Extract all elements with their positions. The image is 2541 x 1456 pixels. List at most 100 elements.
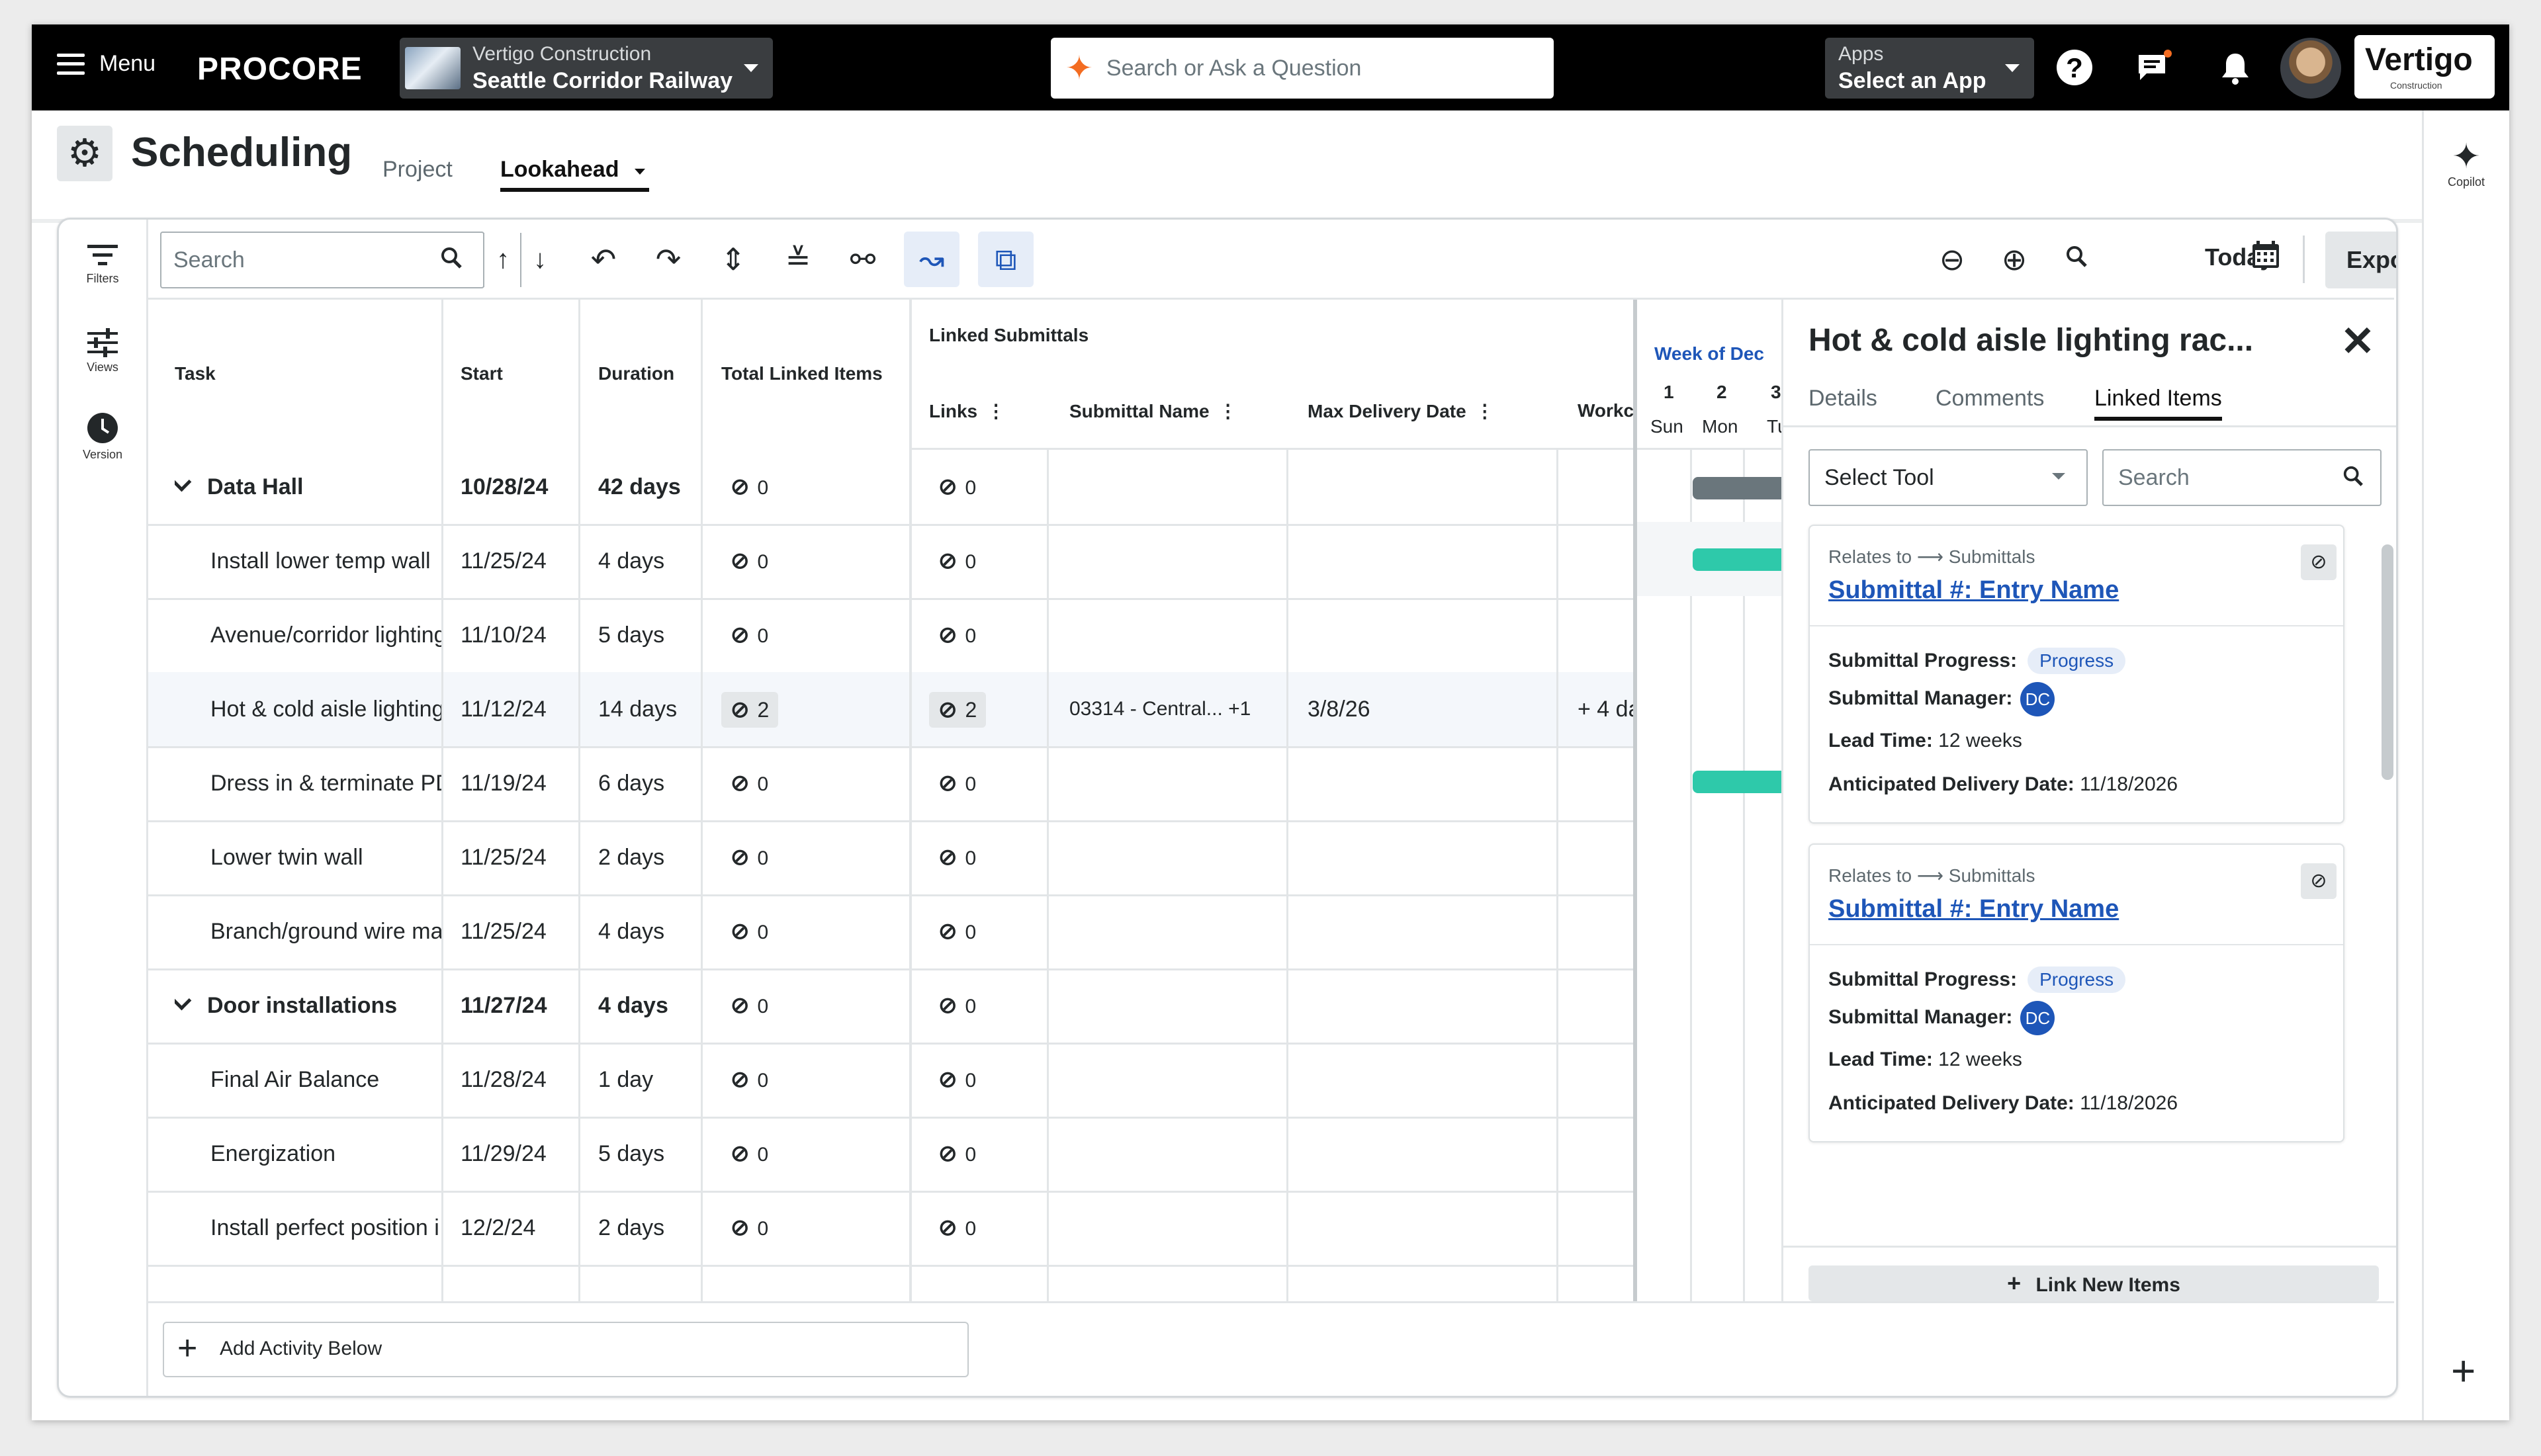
tab-lookahead[interactable]: Lookahead (500, 157, 650, 192)
submittal-name-cell[interactable] (1069, 1191, 1281, 1265)
total-linked-cell[interactable]: ⊘ 0 (731, 1117, 903, 1191)
column-header-max-delivery[interactable]: Max Delivery Date ⋮ (1308, 400, 1494, 422)
start-cell[interactable]: 11/25/24 (461, 894, 573, 968)
start-cell[interactable]: 12/2/24 (461, 1191, 573, 1265)
work-cell[interactable] (1578, 968, 1633, 1043)
zoom-in-button[interactable]: ⊕ (1986, 232, 2042, 287)
duration-cell[interactable]: 1 day (598, 1043, 697, 1117)
gantt-bar-data-hall[interactable] (1693, 477, 1785, 499)
work-cell[interactable] (1578, 598, 1633, 672)
links-cell[interactable]: ⊘ 0 (938, 968, 1038, 1043)
tab-linked-items[interactable]: Linked Items (2094, 386, 2222, 421)
undo-button[interactable]: ↶ (576, 232, 631, 287)
total-linked-cell[interactable]: ⊘ 0 (731, 894, 903, 968)
work-cell[interactable] (1578, 820, 1633, 894)
column-header-work[interactable]: Workc (1578, 400, 1633, 421)
links-cell[interactable]: ⊘ 0 (938, 450, 1038, 524)
work-cell[interactable] (1578, 1043, 1633, 1117)
table-row[interactable]: Branch/ground wire ma 11/25/24 4 days ⊘ 0 ⊘ 0 (148, 894, 1633, 970)
expand-all-button[interactable]: ⇕ (705, 232, 761, 287)
column-header-links[interactable]: Links ⋮ (929, 400, 1005, 422)
duration-cell[interactable]: 6 days (598, 746, 697, 820)
max-delivery-cell[interactable] (1308, 894, 1546, 968)
submittal-name-cell[interactable] (1069, 1043, 1281, 1117)
calendar-button[interactable] (2238, 232, 2294, 287)
start-cell[interactable]: 11/29/24 (461, 1117, 573, 1191)
task-cell[interactable]: Branch/ground wire ma (210, 894, 441, 968)
total-linked-cell[interactable]: ⊘ 0 (731, 524, 903, 598)
copilot-icon[interactable]: ✦ (2450, 137, 2483, 177)
column-header-submittal-name[interactable]: Submittal Name ⋮ (1069, 400, 1237, 422)
unlink-button[interactable]: ⊘ (2301, 544, 2337, 580)
start-cell[interactable]: 11/19/24 (461, 746, 573, 820)
linked-item-card[interactable]: Relates to ⟶ Submittals Submittal #: Entr… (1808, 843, 2344, 1142)
submittal-name-cell[interactable] (1069, 746, 1281, 820)
project-selector[interactable]: Vertigo Construction Seattle Corridor Ra… (400, 38, 773, 99)
table-row[interactable]: Install lower temp wall 11/25/24 4 days ⊘ 0 ⊘… (148, 524, 1633, 600)
duration-cell[interactable]: 5 days (598, 1117, 697, 1191)
avatar[interactable]: DC (2020, 1001, 2055, 1035)
submittal-link[interactable]: Submittal #: Entry Name (1828, 576, 2119, 605)
views-button[interactable]: Views (59, 328, 146, 374)
filters-button[interactable]: Filters (59, 242, 146, 286)
submittal-name-cell[interactable] (1069, 894, 1281, 968)
duration-cell[interactable]: 42 days (598, 450, 697, 524)
chevron-down-icon[interactable] (175, 472, 192, 492)
collapse-all-button[interactable]: ≚ (770, 232, 826, 287)
table-row[interactable]: Energization 11/29/24 5 days ⊘ 0 ⊘ 0 (148, 1117, 1633, 1193)
total-linked-cell[interactable]: ⊘ 0 (731, 598, 903, 672)
start-cell[interactable]: 10/28/24 (461, 450, 573, 524)
max-delivery-cell[interactable] (1308, 820, 1546, 894)
total-linked-cell[interactable]: ⊘ 0 (731, 968, 903, 1043)
global-search-input[interactable]: ✦ Search or Ask a Question (1051, 38, 1554, 99)
avatar[interactable]: DC (2020, 682, 2055, 716)
max-delivery-cell[interactable] (1308, 1043, 1546, 1117)
close-icon[interactable]: ✕ (2340, 317, 2375, 365)
kebab-icon[interactable]: ⋮ (987, 400, 1005, 422)
links-cell[interactable]: ⊘ 0 (938, 820, 1038, 894)
column-header-duration[interactable]: Duration (598, 363, 674, 384)
table-row[interactable]: Hot & cold aisle lighting 11/12/24 14 days… (148, 672, 1633, 748)
task-cell[interactable]: Dress in & terminate PD (210, 746, 441, 820)
grid-search-input[interactable]: Search ↑ ↓ (160, 232, 547, 288)
submittal-name-cell[interactable] (1069, 1117, 1281, 1191)
total-linked-cell[interactable]: ⊘ 0 (731, 1191, 903, 1265)
work-cell[interactable] (1578, 524, 1633, 598)
work-cell[interactable] (1578, 746, 1633, 820)
user-avatar[interactable] (2280, 38, 2341, 99)
max-delivery-cell[interactable] (1308, 1117, 1546, 1191)
work-cell[interactable]: + 4 da (1578, 672, 1633, 746)
links-cell[interactable]: ⊘ 0 (938, 598, 1038, 672)
tab-project[interactable]: Project (382, 157, 453, 183)
max-delivery-cell[interactable] (1308, 746, 1546, 820)
task-cell[interactable]: Door installations (175, 968, 441, 1043)
submittal-name-cell[interactable] (1069, 968, 1281, 1043)
bell-icon[interactable] (2217, 50, 2254, 87)
duration-cell[interactable]: 4 days (598, 894, 697, 968)
max-delivery-cell[interactable] (1308, 968, 1546, 1043)
linked-items-button[interactable]: ⧉ (978, 232, 1034, 287)
kebab-icon[interactable]: ⋮ (1476, 400, 1494, 422)
link-off-button[interactable]: ⚯ (835, 232, 891, 287)
duration-cell[interactable]: 4 days (598, 524, 697, 598)
table-row[interactable]: Door installations 11/27/24 4 days ⊘ 0 ⊘ 0 (148, 968, 1633, 1045)
panel-scrollbar-thumb[interactable] (2382, 544, 2393, 780)
max-delivery-cell[interactable] (1308, 524, 1546, 598)
zoom-out-button[interactable]: ⊖ (1924, 232, 1980, 287)
start-cell[interactable]: 11/28/24 (461, 1043, 573, 1117)
chat-icon[interactable] (2135, 50, 2172, 87)
help-icon[interactable]: ? (2057, 50, 2092, 85)
apps-selector[interactable]: Apps Select an App (1825, 38, 2034, 99)
table-row[interactable]: Install perfect position i 12/2/24 2 days ⊘… (148, 1191, 1633, 1267)
unlink-button[interactable]: ⊘ (2301, 863, 2337, 899)
panel-search-input[interactable]: Search (2102, 449, 2382, 506)
task-cell[interactable]: Data Hall (175, 450, 441, 524)
task-cell[interactable]: Avenue/corridor lighting (210, 598, 441, 672)
max-delivery-cell[interactable]: 3/8/26 (1308, 672, 1546, 746)
task-cell[interactable]: Lower twin wall (210, 820, 441, 894)
menu-button[interactable]: Menu (57, 51, 156, 77)
task-cell[interactable]: Install perfect position i (210, 1191, 441, 1265)
redo-button[interactable]: ↷ (641, 232, 696, 287)
total-linked-pill[interactable]: ⊘ 2 (721, 692, 779, 728)
link-new-items-button[interactable]: + Link New Items (1808, 1265, 2379, 1301)
